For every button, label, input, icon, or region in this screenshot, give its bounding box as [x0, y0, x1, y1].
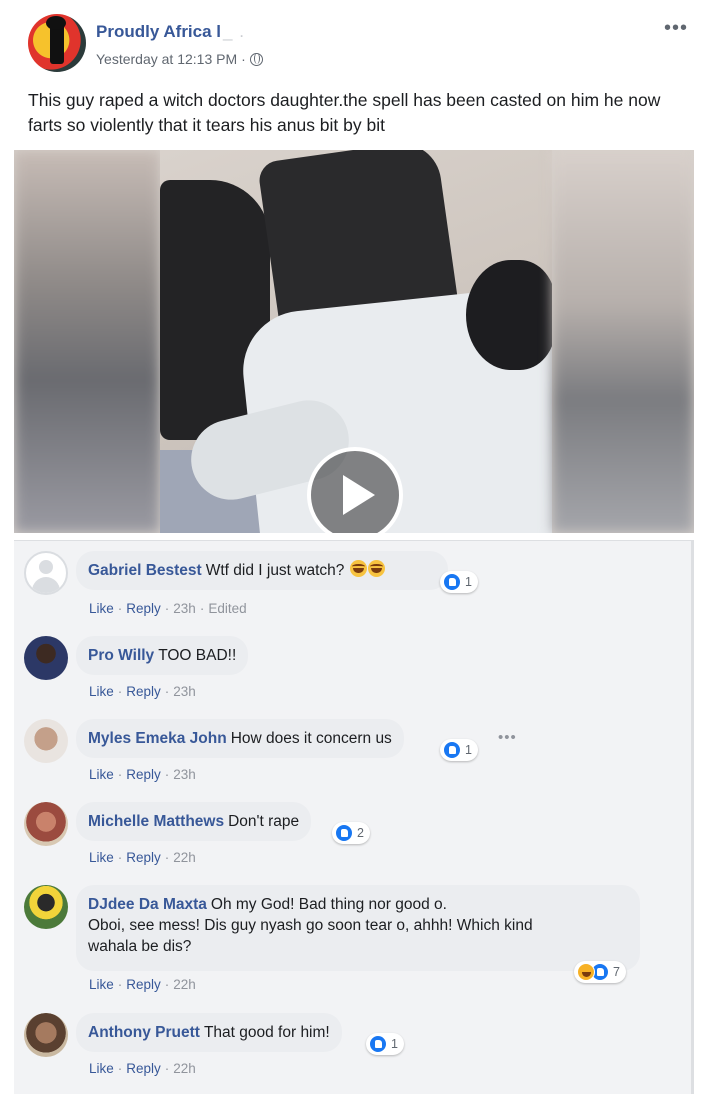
- comments-section: Gabriel Bestest Wtf did I just watch? 1 L…: [14, 540, 694, 1094]
- like-reaction-icon: [443, 573, 461, 591]
- post-header: Proudly Africa l _ . Yesterday at 12:13 P…: [28, 14, 688, 78]
- comment-time[interactable]: 23h: [173, 601, 196, 616]
- avatar[interactable]: [24, 1013, 68, 1057]
- comment-actions: Like · Reply · 23h: [89, 767, 196, 782]
- comment-actions: Like · Reply · 23h · Edited: [89, 601, 247, 616]
- comment-author[interactable]: Myles Emeka John: [88, 730, 227, 747]
- comment-text: TOO BAD!!: [158, 647, 237, 664]
- comment-time[interactable]: 23h: [173, 684, 196, 699]
- reply-link[interactable]: Reply: [126, 1061, 161, 1076]
- post-text: This guy raped a witch doctors daughter.…: [28, 90, 661, 135]
- reaction-count[interactable]: 2: [332, 822, 370, 844]
- comment-bubble: Gabriel Bestest Wtf did I just watch?: [76, 551, 448, 590]
- like-link[interactable]: Like: [89, 977, 114, 992]
- reaction-count[interactable]: 1: [366, 1033, 404, 1055]
- edited-label[interactable]: Edited: [208, 601, 246, 616]
- reaction-number: 2: [357, 826, 364, 840]
- reaction-count[interactable]: 1: [440, 739, 478, 761]
- comment-text-line3: wahala be dis?: [88, 938, 192, 955]
- reply-link[interactable]: Reply: [126, 850, 161, 865]
- comment-actions: Like · Reply · 22h: [89, 850, 196, 865]
- play-icon: [343, 475, 375, 515]
- avatar[interactable]: [24, 551, 68, 595]
- avatar[interactable]: [24, 802, 68, 846]
- comment-time[interactable]: 22h: [173, 977, 196, 992]
- more-options-icon[interactable]: •••: [664, 18, 688, 38]
- comment-actions: Like · Reply · 22h: [89, 977, 196, 992]
- reaction-number: 1: [391, 1037, 398, 1051]
- avatar[interactable]: [24, 885, 68, 929]
- video-blur-right: [552, 150, 694, 533]
- post-timestamp[interactable]: Yesterday at 12:13 PM: [96, 51, 237, 67]
- comment-bubble: Pro Willy TOO BAD!!: [76, 636, 249, 675]
- like-link[interactable]: Like: [89, 767, 114, 782]
- comment-time[interactable]: 22h: [173, 850, 196, 865]
- comment-text: Don't rape: [228, 813, 300, 830]
- avatar[interactable]: [24, 636, 68, 680]
- reaction-number: 1: [465, 743, 472, 757]
- haha-reaction-icon: [577, 963, 595, 981]
- video-player[interactable]: [14, 150, 694, 533]
- post-meta: Yesterday at 12:13 PM ·: [96, 51, 263, 67]
- comment-bubble: DJdee Da Maxta Oh my God! Bad thing nor g…: [76, 885, 640, 971]
- video-blur-left: [14, 150, 160, 533]
- page-name[interactable]: Proudly Africa l: [96, 22, 221, 41]
- like-link[interactable]: Like: [89, 684, 114, 699]
- comment-bubble: Myles Emeka John How does it concern us: [76, 719, 404, 758]
- comment-text: How does it concern us: [230, 730, 392, 747]
- comment-bubble: Michelle Matthews Don't rape: [76, 802, 312, 841]
- page-avatar[interactable]: [28, 14, 86, 72]
- comment-author[interactable]: DJdee Da Maxta: [88, 896, 207, 913]
- comment-actions: Like · Reply · 23h: [89, 684, 196, 699]
- comment-bubble: Anthony Pruett That good for him!: [76, 1013, 342, 1052]
- comment-time[interactable]: 23h: [173, 767, 196, 782]
- comment-actions: Like · Reply · 22h: [89, 1061, 196, 1076]
- comment-text: That good for him!: [203, 1024, 330, 1041]
- comment-text-line2: Oboi, see mess! Dis guy nyash go soon te…: [88, 917, 533, 934]
- page-name-link[interactable]: Proudly Africa l _ .: [96, 22, 245, 42]
- like-reaction-icon: [443, 741, 461, 759]
- laughing-emoji-icon: [349, 560, 367, 577]
- comment-author[interactable]: Pro Willy: [88, 647, 154, 664]
- avatar[interactable]: [24, 719, 68, 763]
- comment-time[interactable]: 22h: [173, 1061, 196, 1076]
- reply-link[interactable]: Reply: [126, 684, 161, 699]
- scrollbar[interactable]: [691, 541, 694, 1094]
- reaction-number: 1: [465, 575, 472, 589]
- like-link[interactable]: Like: [89, 601, 114, 616]
- reply-link[interactable]: Reply: [126, 767, 161, 782]
- like-link[interactable]: Like: [89, 850, 114, 865]
- meta-separator: ·: [241, 51, 246, 67]
- laughing-emoji-icon: [367, 560, 385, 577]
- reply-link[interactable]: Reply: [126, 977, 161, 992]
- comment-author[interactable]: Anthony Pruett: [88, 1024, 200, 1041]
- like-reaction-icon: [335, 824, 353, 842]
- globe-icon[interactable]: [249, 52, 263, 66]
- reaction-number: 7: [613, 965, 620, 979]
- reaction-count[interactable]: 7: [574, 961, 626, 983]
- reply-link[interactable]: Reply: [126, 601, 161, 616]
- like-link[interactable]: Like: [89, 1061, 114, 1076]
- comment-more-icon[interactable]: •••: [498, 729, 517, 746]
- comment-text: Oh my God! Bad thing nor good o.: [210, 896, 447, 913]
- like-reaction-icon: [369, 1035, 387, 1053]
- page-name-trail: _ .: [223, 22, 245, 41]
- comment-text: Wtf did I just watch?: [205, 562, 345, 579]
- comment-author[interactable]: Michelle Matthews: [88, 813, 224, 830]
- reaction-count[interactable]: 1: [440, 571, 478, 593]
- play-button[interactable]: [307, 447, 403, 533]
- comment-author[interactable]: Gabriel Bestest: [88, 562, 202, 579]
